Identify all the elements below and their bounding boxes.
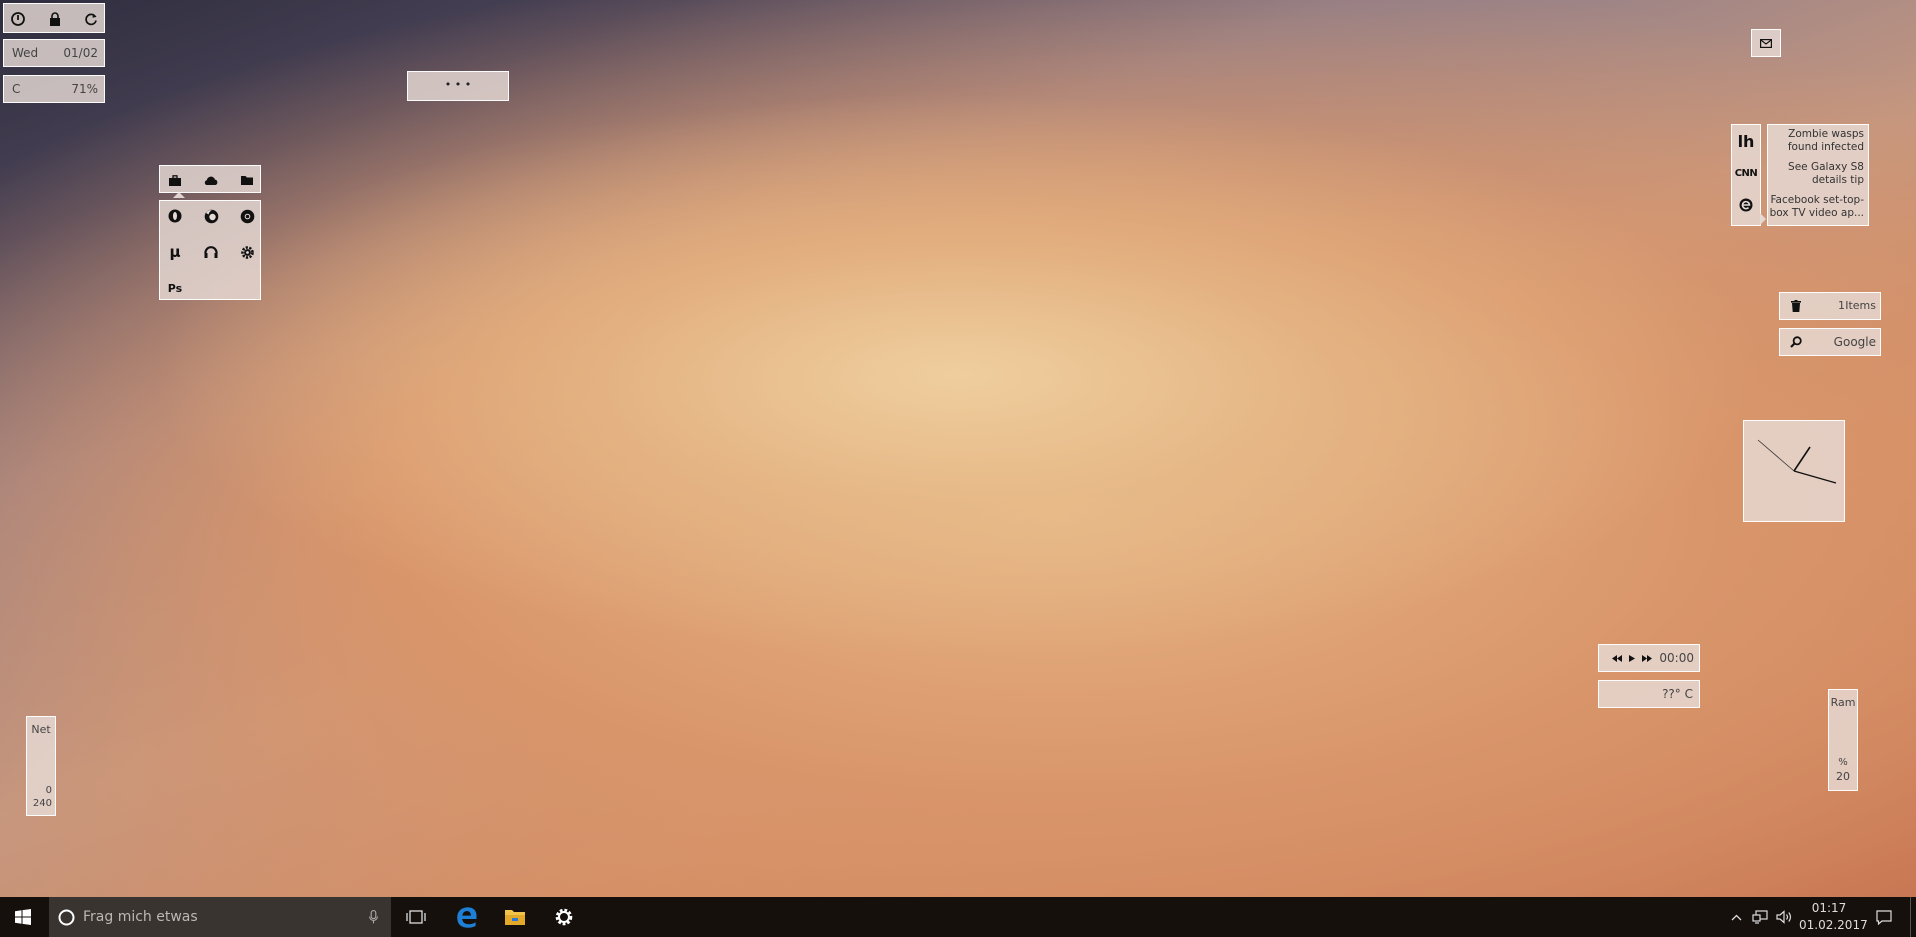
opera-icon[interactable]	[165, 206, 185, 226]
mail-icon	[1752, 30, 1780, 56]
show-hidden-icons-chevron[interactable]	[1727, 897, 1745, 937]
news-pointer	[1760, 213, 1766, 225]
taskbar-date[interactable]: 01.02.2017	[1799, 918, 1868, 932]
ram-widget: Ram % 20	[1828, 689, 1858, 791]
lifehacker-icon[interactable]: lh	[1732, 129, 1760, 153]
briefcase-icon[interactable]	[166, 171, 184, 189]
weather-widget: ??° C	[1598, 680, 1700, 708]
search-widget[interactable]: Google	[1779, 328, 1881, 356]
drive-label: C	[12, 82, 21, 96]
ram-title: Ram	[1830, 696, 1856, 709]
taskbar-search[interactable]: Frag mich etwas	[49, 897, 391, 937]
clock-minute-hand	[1793, 470, 1837, 484]
date-label: 01/02	[63, 46, 98, 60]
mail-widget[interactable]	[1751, 29, 1781, 57]
net-download: 240	[32, 798, 52, 809]
net-upload: 0	[45, 785, 52, 796]
trash-icon	[1788, 298, 1804, 314]
show-desktop-button[interactable]	[1910, 897, 1911, 937]
cnn-icon[interactable]: CNN	[1732, 163, 1760, 183]
headline-item[interactable]: Facebook set-top-box TV video ap...	[1768, 194, 1864, 221]
steam-icon[interactable]	[201, 242, 221, 262]
taskbar-search-placeholder: Frag mich etwas	[83, 909, 198, 925]
launcher-tabs	[159, 165, 261, 198]
utorrent-icon[interactable]: µ	[165, 242, 185, 262]
edge-icon[interactable]	[446, 897, 488, 937]
volume-icon[interactable]	[1773, 897, 1795, 937]
cloud-icon[interactable]	[202, 171, 220, 189]
action-center-icon[interactable]	[1870, 897, 1898, 937]
clock-face	[1757, 439, 1837, 484]
net-title: Net	[31, 723, 51, 736]
recycle-label: Items	[1845, 299, 1876, 312]
ram-value: 20	[1836, 770, 1850, 783]
clock-hour-hand	[1793, 446, 1811, 472]
media-widget: 00:00	[1598, 644, 1700, 672]
engadget-icon[interactable]	[1732, 193, 1760, 217]
news-headlines: Zombie wasps found infected with... See …	[1767, 124, 1869, 226]
chrome-icon[interactable]	[237, 206, 257, 226]
network-icon[interactable]	[1749, 897, 1771, 937]
dots-widget[interactable]: • • •	[407, 71, 509, 101]
settings-icon[interactable]	[237, 242, 257, 262]
rewind-icon[interactable]	[1611, 652, 1623, 664]
date-widget: Wed 01/02	[3, 39, 105, 67]
folder-icon[interactable]	[238, 171, 256, 189]
weather-temp: ??° C	[1662, 687, 1693, 701]
drive-usage: 71%	[71, 82, 98, 96]
restart-icon[interactable]	[82, 10, 100, 28]
photoshop-icon[interactable]: Ps	[165, 278, 185, 298]
news-sources: lh CNN	[1731, 124, 1766, 226]
tab-pointer	[173, 192, 185, 198]
taskbar-time[interactable]: 01:17	[1803, 901, 1855, 915]
drive-widget: C 71%	[3, 75, 105, 103]
search-icon	[1788, 334, 1804, 350]
settings-taskbar-icon[interactable]	[542, 897, 586, 937]
day-label: Wed	[12, 46, 39, 60]
power-icon[interactable]	[9, 10, 27, 28]
clock-second-hand	[1757, 439, 1795, 472]
play-icon[interactable]	[1626, 652, 1638, 664]
ram-unit: %	[1838, 757, 1848, 768]
media-time: 00:00	[1659, 651, 1694, 665]
dots-label: • • •	[444, 78, 472, 91]
cortana-icon	[57, 908, 75, 926]
firefox-icon[interactable]	[201, 206, 221, 226]
power-bar	[3, 3, 105, 33]
taskbar: Frag mich etwas 01:17 01.02.2017	[0, 897, 1916, 937]
file-explorer-icon[interactable]	[494, 897, 536, 937]
search-label: Google	[1833, 335, 1876, 349]
lock-icon[interactable]	[46, 10, 64, 28]
headline-item[interactable]: Zombie wasps found infected with...	[1768, 128, 1864, 155]
headline-item[interactable]: See Galaxy S8 details tip release...	[1768, 161, 1864, 188]
start-button[interactable]	[0, 897, 46, 937]
microphone-icon[interactable]	[365, 909, 381, 925]
fast-forward-icon[interactable]	[1641, 652, 1653, 664]
clock-widget	[1743, 420, 1845, 522]
recycle-widget[interactable]: 1 Items	[1779, 292, 1881, 320]
recycle-count: 1	[1838, 299, 1845, 312]
launcher-apps: µ Ps	[159, 200, 261, 300]
net-widget: Net 0 240	[26, 716, 56, 816]
task-view-button[interactable]	[396, 897, 436, 937]
